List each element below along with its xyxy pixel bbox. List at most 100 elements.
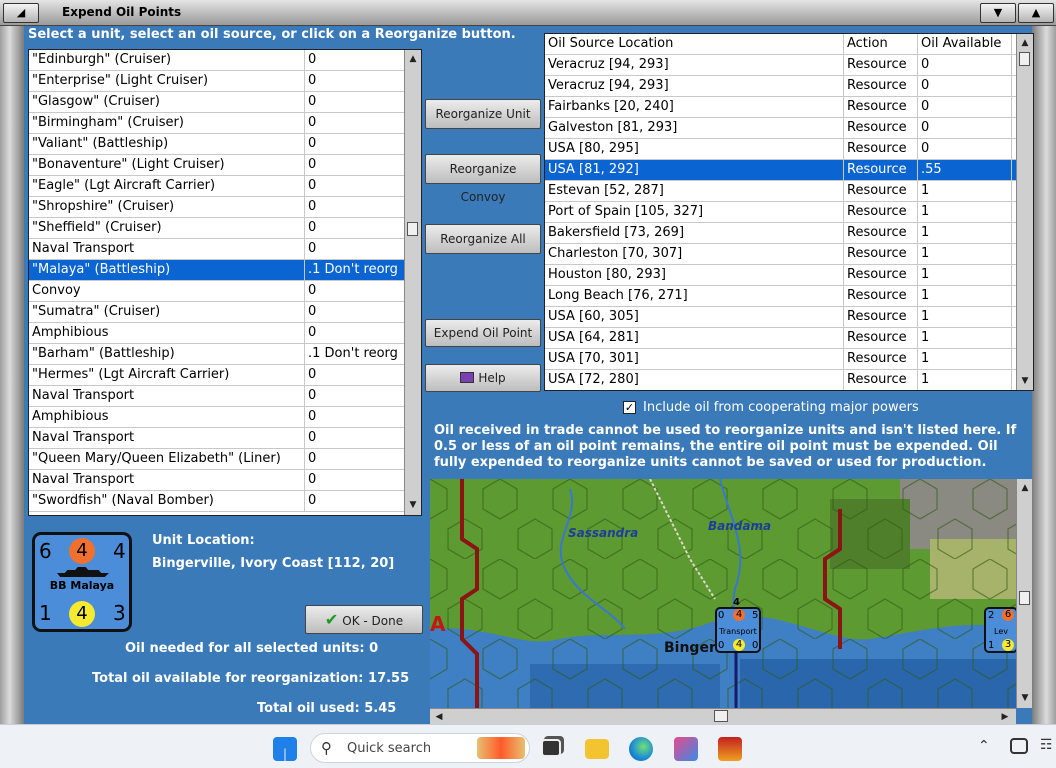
unit-row[interactable]: "Enterprise" (Light Cruiser) 0 bbox=[29, 71, 421, 92]
scroll-up-arrow-icon[interactable]: ▲ bbox=[406, 52, 420, 66]
oil-source-row[interactable]: Long Beach [76, 271] Resource 1 bbox=[545, 286, 1033, 307]
unit-row[interactable]: "Bonaventure" (Light Cruiser) 0 bbox=[29, 155, 421, 176]
reorganize-convoy-button[interactable]: Reorganize Convoy bbox=[425, 154, 541, 204]
stack-bc: 4 bbox=[733, 639, 745, 651]
oil-source-row[interactable]: USA [70, 301] Resource 1 bbox=[545, 349, 1033, 370]
tray-network-icon[interactable] bbox=[1010, 738, 1028, 754]
oil-source-row[interactable]: Houston [80, 293] Resource 1 bbox=[545, 265, 1033, 286]
system-menu-button[interactable]: ◢ bbox=[3, 3, 39, 23]
unit-row[interactable]: "Malaya" (Battleship) .1 Don't reorg bbox=[29, 260, 421, 281]
map-horizontal-scrollbar[interactable]: ◀ ▶ bbox=[430, 708, 1016, 724]
unit-list-scrollbar[interactable]: ▲ ▼ bbox=[404, 50, 421, 515]
oil-source-row[interactable]: USA [72, 280] Resource 1 bbox=[545, 370, 1033, 390]
unit-row[interactable]: "Hermes" (Lgt Aircraft Carrier) 0 bbox=[29, 365, 421, 386]
column-header-location[interactable]: Oil Source Location bbox=[545, 34, 844, 54]
edge-browser-icon[interactable] bbox=[629, 737, 653, 761]
oil-source-action: Resource bbox=[844, 307, 918, 327]
reorganize-unit-button[interactable]: Reorganize Unit bbox=[425, 99, 541, 129]
map-label-river2: Bandama bbox=[708, 519, 772, 533]
unit-row[interactable]: "Valiant" (Battleship) 0 bbox=[29, 134, 421, 155]
task-view-icon[interactable] bbox=[541, 739, 561, 757]
unit-row[interactable]: "Swordfish" (Naval Bomber) 0 bbox=[29, 491, 421, 512]
oil-needed-label: Oil needed for all selected units: bbox=[125, 641, 365, 656]
cooperating-checkbox[interactable]: ✓ bbox=[623, 401, 636, 414]
oil-source-row[interactable]: USA [60, 305] Resource 1 bbox=[545, 307, 1033, 328]
unit-row[interactable]: Convoy 0 bbox=[29, 281, 421, 302]
unit-row[interactable]: Amphibious 0 bbox=[29, 323, 421, 344]
unit-name: "Valiant" (Battleship) bbox=[29, 134, 305, 154]
scroll-thumb[interactable] bbox=[714, 710, 728, 722]
unit-row[interactable]: Naval Transport 0 bbox=[29, 470, 421, 491]
start-windows-icon[interactable] bbox=[273, 737, 297, 761]
unit-row[interactable]: Amphibious 0 bbox=[29, 407, 421, 428]
oil-source-row[interactable]: USA [64, 281] Resource 1 bbox=[545, 328, 1033, 349]
unit-row[interactable]: "Eagle" (Lgt Aircraft Carrier) 0 bbox=[29, 176, 421, 197]
oil-source-row[interactable]: Veracruz [94, 293] Resource 0 bbox=[545, 55, 1033, 76]
unit-oil: 0 bbox=[308, 178, 317, 193]
scroll-left-arrow-icon[interactable]: ◀ bbox=[432, 710, 446, 724]
unit-name: "Bonaventure" (Light Cruiser) bbox=[29, 155, 305, 175]
unit-row[interactable]: "Birmingham" (Cruiser) 0 bbox=[29, 113, 421, 134]
oil-source-available: 1 bbox=[918, 328, 1012, 348]
oil-source-row[interactable]: Charleston [70, 307] Resource 1 bbox=[545, 244, 1033, 265]
unit-list[interactable]: "Edinburgh" (Cruiser) 0 "Enterprise" (Ligh… bbox=[28, 49, 422, 516]
unit-row[interactable]: Naval Transport 0 bbox=[29, 239, 421, 260]
expend-oil-point-button[interactable]: Expend Oil Point bbox=[425, 319, 541, 347]
search-box[interactable]: ⚲ Quick search bbox=[310, 733, 530, 763]
window-title: Expend Oil Points bbox=[62, 5, 182, 19]
file-explorer-icon[interactable] bbox=[585, 739, 609, 759]
unit-row[interactable]: "Glasgow" (Cruiser) 0 bbox=[29, 92, 421, 113]
instructions: Select a unit, select an oil source, or … bbox=[28, 27, 516, 42]
scroll-up-arrow-icon[interactable]: ▲ bbox=[1018, 481, 1032, 495]
scroll-thumb[interactable] bbox=[407, 222, 418, 236]
scroll-down-arrow-icon[interactable]: ▼ bbox=[1018, 374, 1032, 388]
reorganize-all-button[interactable]: Reorganize All bbox=[425, 224, 541, 254]
scroll-up-arrow-icon[interactable]: ▲ bbox=[1018, 36, 1032, 50]
unit-row[interactable]: "Queen Mary/Queen Elizabeth" (Liner) 0 bbox=[29, 449, 421, 470]
oil-source-action: Resource bbox=[844, 223, 918, 243]
oil-source-row[interactable]: USA [81, 292] Resource .55 bbox=[545, 160, 1033, 181]
title-bar: ◢ Expend Oil Points ▼ ▲ bbox=[0, 0, 1056, 26]
oil-available-value: 17.55 bbox=[368, 671, 410, 686]
snipping-tool-icon[interactable] bbox=[674, 737, 698, 761]
ok-done-button[interactable]: ✔ OK - Done bbox=[305, 605, 423, 634]
oil-source-row[interactable]: Bakersfield [73, 269] Resource 1 bbox=[545, 223, 1033, 244]
map-vertical-scrollbar[interactable]: ▲ ▼ bbox=[1016, 479, 1032, 708]
unit-row[interactable]: "Sumatra" (Cruiser) 0 bbox=[29, 302, 421, 323]
oil-source-row[interactable]: Veracruz [94, 293] Resource 0 bbox=[545, 76, 1033, 97]
column-header-available[interactable]: Oil Available bbox=[918, 34, 1012, 54]
tray-wifi-icon[interactable]: ☶ bbox=[1040, 737, 1053, 753]
scroll-right-arrow-icon[interactable]: ▶ bbox=[998, 710, 1012, 724]
scroll-thumb[interactable] bbox=[1019, 52, 1030, 66]
oil-list-scrollbar[interactable]: ▲ ▼ bbox=[1016, 34, 1033, 390]
maximize-button[interactable]: ▲ bbox=[1018, 3, 1054, 23]
oil-source-available: 1 bbox=[918, 370, 1012, 390]
oil-source-row[interactable]: Estevan [52, 287] Resource 1 bbox=[545, 181, 1033, 202]
unit-row[interactable]: "Shropshire" (Cruiser) 0 bbox=[29, 197, 421, 218]
unit-row[interactable]: "Edinburgh" (Cruiser) 0 bbox=[29, 50, 421, 71]
scroll-thumb[interactable] bbox=[1019, 591, 1030, 605]
oil-source-list[interactable]: Oil Source Location Action Oil Available… bbox=[544, 33, 1034, 391]
unit-location-label: Unit Location: bbox=[152, 533, 255, 548]
unit-oil: 0 bbox=[308, 220, 317, 235]
oil-source-row[interactable]: Fairbanks [20, 240] Resource 0 bbox=[545, 97, 1033, 118]
oil-source-row[interactable]: Port of Spain [105, 327] Resource 1 bbox=[545, 202, 1033, 223]
unit-row[interactable]: Naval Transport 0 bbox=[29, 428, 421, 449]
help-button[interactable]: Help bbox=[425, 364, 541, 392]
scroll-down-arrow-icon[interactable]: ▼ bbox=[1018, 691, 1032, 705]
scroll-down-arrow-icon[interactable]: ▼ bbox=[406, 498, 420, 512]
column-header-action[interactable]: Action bbox=[844, 34, 918, 54]
counter-orange-value: 4 bbox=[69, 538, 95, 564]
unit-row[interactable]: "Sheffield" (Cruiser) 0 bbox=[29, 218, 421, 239]
unit-row[interactable]: Naval Transport 0 bbox=[29, 386, 421, 407]
minimize-button[interactable]: ▼ bbox=[980, 3, 1016, 23]
oil-source-row[interactable]: Galveston [81, 293] Resource 0 bbox=[545, 118, 1033, 139]
oil-source-available: 1 bbox=[918, 349, 1012, 369]
game-app-icon[interactable] bbox=[718, 737, 742, 761]
mini-map[interactable]: Sassandra Bandama Binger A 4 0 4 5 Trans… bbox=[430, 479, 1016, 708]
oil-source-row[interactable]: USA [80, 295] Resource 0 bbox=[545, 139, 1033, 160]
tray-chevron-up-icon[interactable]: ⌃ bbox=[978, 738, 990, 754]
map-unit-stack-edge[interactable]: 2 6 Lev 1 3 bbox=[984, 607, 1016, 653]
map-unit-stack-transport[interactable]: 4 0 4 5 Transport 0 4 0 bbox=[715, 597, 761, 653]
unit-row[interactable]: "Barham" (Battleship) .1 Don't reorg bbox=[29, 344, 421, 365]
